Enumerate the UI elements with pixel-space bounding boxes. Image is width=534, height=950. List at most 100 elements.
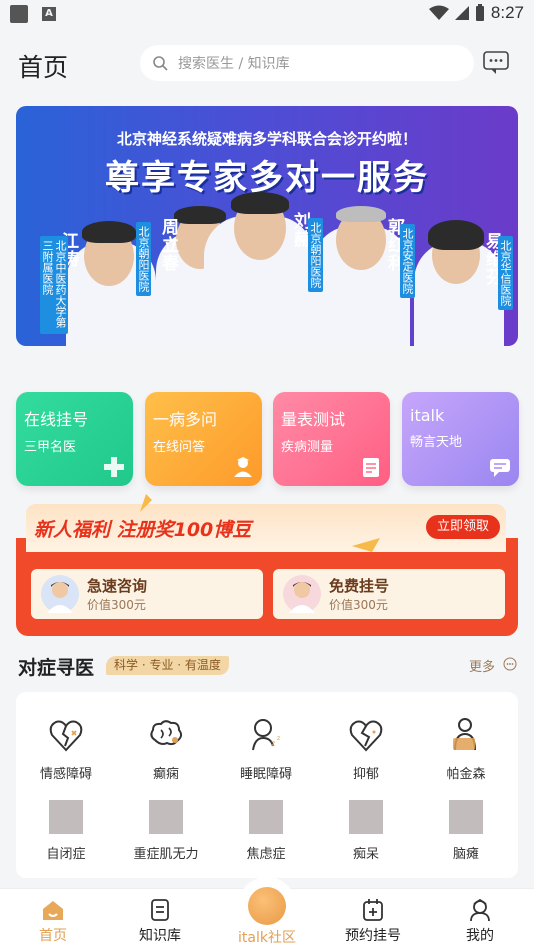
placeholder-icon: [349, 800, 383, 834]
header: 首页 搜索医生 / 知识库: [0, 28, 534, 100]
placeholder-icon: [449, 800, 483, 834]
coupon-free-register[interactable]: 免费挂号 价值300元: [273, 569, 505, 619]
symptom-cerebral-palsy[interactable]: 脑瘫: [416, 800, 516, 862]
section-tag: 科学 · 专业 · 有温度: [106, 656, 229, 675]
placeholder-icon: [249, 800, 283, 834]
status-time: 8:27: [490, 3, 524, 22]
quick-italk[interactable]: italk 畅言天地: [402, 392, 519, 486]
symptom-label: 重症肌无力: [133, 847, 199, 862]
battery-icon: [475, 4, 484, 21]
tab-knowledge[interactable]: 知识库: [107, 889, 213, 945]
status-bar: A 8:27: [0, 0, 534, 28]
doctor-hospital: 北京朝阳医院: [136, 222, 151, 296]
symptom-label: 焦虑症: [246, 847, 286, 862]
symptom-label: 癫痫: [152, 767, 179, 782]
quick-title: italk: [410, 406, 445, 425]
tab-label: 知识库: [139, 928, 181, 944]
symptom-label: 自闭症: [46, 847, 86, 862]
symptom-myasthenia[interactable]: 重症肌无力: [116, 800, 216, 862]
chat-icon: [490, 459, 510, 477]
symptom-emotional-disorder[interactable]: 情感障碍: [16, 716, 116, 782]
notification-square-icon: [10, 5, 28, 23]
quick-title: 一病多问: [153, 410, 218, 429]
tab-home[interactable]: 首页: [0, 889, 106, 945]
placeholder-icon: [49, 800, 83, 834]
clipboard-icon: [363, 458, 379, 477]
more-link[interactable]: 更多: [469, 656, 495, 675]
quick-sub: 三甲名医: [24, 440, 77, 455]
doctor-hospital: 北京安定医院: [400, 224, 415, 298]
promo-text: 新人福利 注册奖100博豆: [34, 519, 252, 541]
symptom-label: 抑郁: [352, 767, 379, 782]
message-icon[interactable]: [482, 50, 510, 76]
symptom-autism[interactable]: 自闭症: [16, 800, 116, 862]
quick-title: 在线挂号: [24, 410, 89, 429]
claim-button[interactable]: 立即领取: [426, 515, 500, 539]
placeholder-icon: [149, 800, 183, 834]
symptom-label: 痴呆: [352, 847, 379, 862]
tab-italk[interactable]: italk社区: [214, 889, 320, 947]
coupon-sub: 价值300元: [87, 598, 146, 612]
calendar-icon: [363, 899, 383, 921]
coupon-title: 急速咨询: [87, 577, 148, 595]
svg-text:z: z: [271, 739, 275, 748]
symptom-sleep-disorder[interactable]: zz 睡眠障碍: [216, 716, 316, 782]
page-title: 首页: [18, 53, 69, 82]
avatar: [283, 575, 321, 613]
notification-a-icon: A: [42, 7, 56, 21]
coupon-title: 免费挂号: [329, 577, 390, 595]
ribbon-decoration: [352, 538, 380, 552]
quick-multi-question[interactable]: 一病多问 在线问答: [145, 392, 262, 486]
symptom-label: 睡眠障碍: [239, 767, 292, 782]
quick-sub: 畅言天地: [410, 435, 463, 450]
doctor-hospital: 北京中医药大学第三附属医院: [40, 236, 68, 334]
more-dots-icon[interactable]: [503, 657, 517, 671]
walker-person-icon: [453, 718, 476, 751]
quick-sub: 在线问答: [153, 440, 206, 455]
tab-label: 首页: [39, 928, 67, 944]
profile-icon: [470, 898, 490, 922]
search-placeholder: 搜索医生 / 知识库: [178, 56, 290, 72]
tab-label: 预约挂号: [345, 928, 401, 944]
search-icon: [153, 56, 168, 71]
avatar: [41, 575, 79, 613]
symptom-depression[interactable]: 抑郁: [316, 716, 416, 782]
doctor-name: 周立春: [158, 218, 178, 272]
tab-label: italk社区: [238, 930, 296, 946]
wifi-icon: [428, 5, 449, 20]
banner-subtitle: 北京神经系统疑难病多学科联合会诊开约啦！: [116, 130, 417, 148]
doctor-icon: [234, 457, 252, 477]
brain-icon: [150, 720, 183, 746]
broken-heart-icon: [49, 720, 83, 752]
plus-cross-icon: [104, 457, 124, 477]
search-input[interactable]: 搜索医生 / 知识库: [140, 45, 474, 81]
section-title: 对症寻医: [18, 657, 95, 679]
broken-heart-icon: [349, 720, 383, 752]
symptom-label: 帕金森: [446, 767, 486, 782]
sleep-person-icon: zz: [252, 719, 280, 751]
symptom-anxiety[interactable]: 焦虑症: [216, 800, 316, 862]
signal-icon: [454, 6, 469, 20]
book-icon: [151, 899, 169, 921]
coupon-sub: 价值300元: [329, 598, 388, 612]
quick-title: 量表测试: [281, 410, 346, 429]
tab-bar: 首页 知识库 italk社区 预约挂号 我的: [0, 877, 534, 950]
symptom-epilepsy[interactable]: 癫痫: [116, 716, 216, 782]
symptom-label: 脑瘫: [452, 847, 479, 862]
coupon-quick-consult[interactable]: 急速咨询 价值300元: [31, 569, 263, 619]
ribbon-decoration: [140, 494, 152, 512]
doctor-hospital: 北京朝阳医院: [308, 218, 323, 292]
quick-sub: 疾病测量: [281, 440, 334, 455]
symptom-parkinson[interactable]: 帕金森: [416, 716, 516, 782]
symptom-dementia[interactable]: 痴呆: [316, 800, 416, 862]
tab-appointment[interactable]: 预约挂号: [320, 889, 426, 945]
tab-label: 我的: [466, 928, 494, 944]
tab-mine[interactable]: 我的: [427, 889, 533, 945]
doctor-hospital: 北京华信医院: [498, 236, 513, 310]
symptom-label: 情感障碍: [39, 767, 92, 782]
home-icon: [43, 901, 63, 920]
promo-banner[interactable]: 北京神经系统疑难病多学科联合会诊开约啦！ 尊享专家多对一服务 江涛 北京中医药大…: [16, 106, 518, 346]
quick-online-register[interactable]: 在线挂号 三甲名医: [16, 392, 133, 486]
quick-scale-test[interactable]: 量表测试 疾病测量: [273, 392, 390, 486]
symptom-card: 情感障碍 癫痫 zz 睡眠障碍 抑郁 帕金森 自闭症 重症肌无力 焦虑症 痴呆 …: [16, 692, 518, 878]
